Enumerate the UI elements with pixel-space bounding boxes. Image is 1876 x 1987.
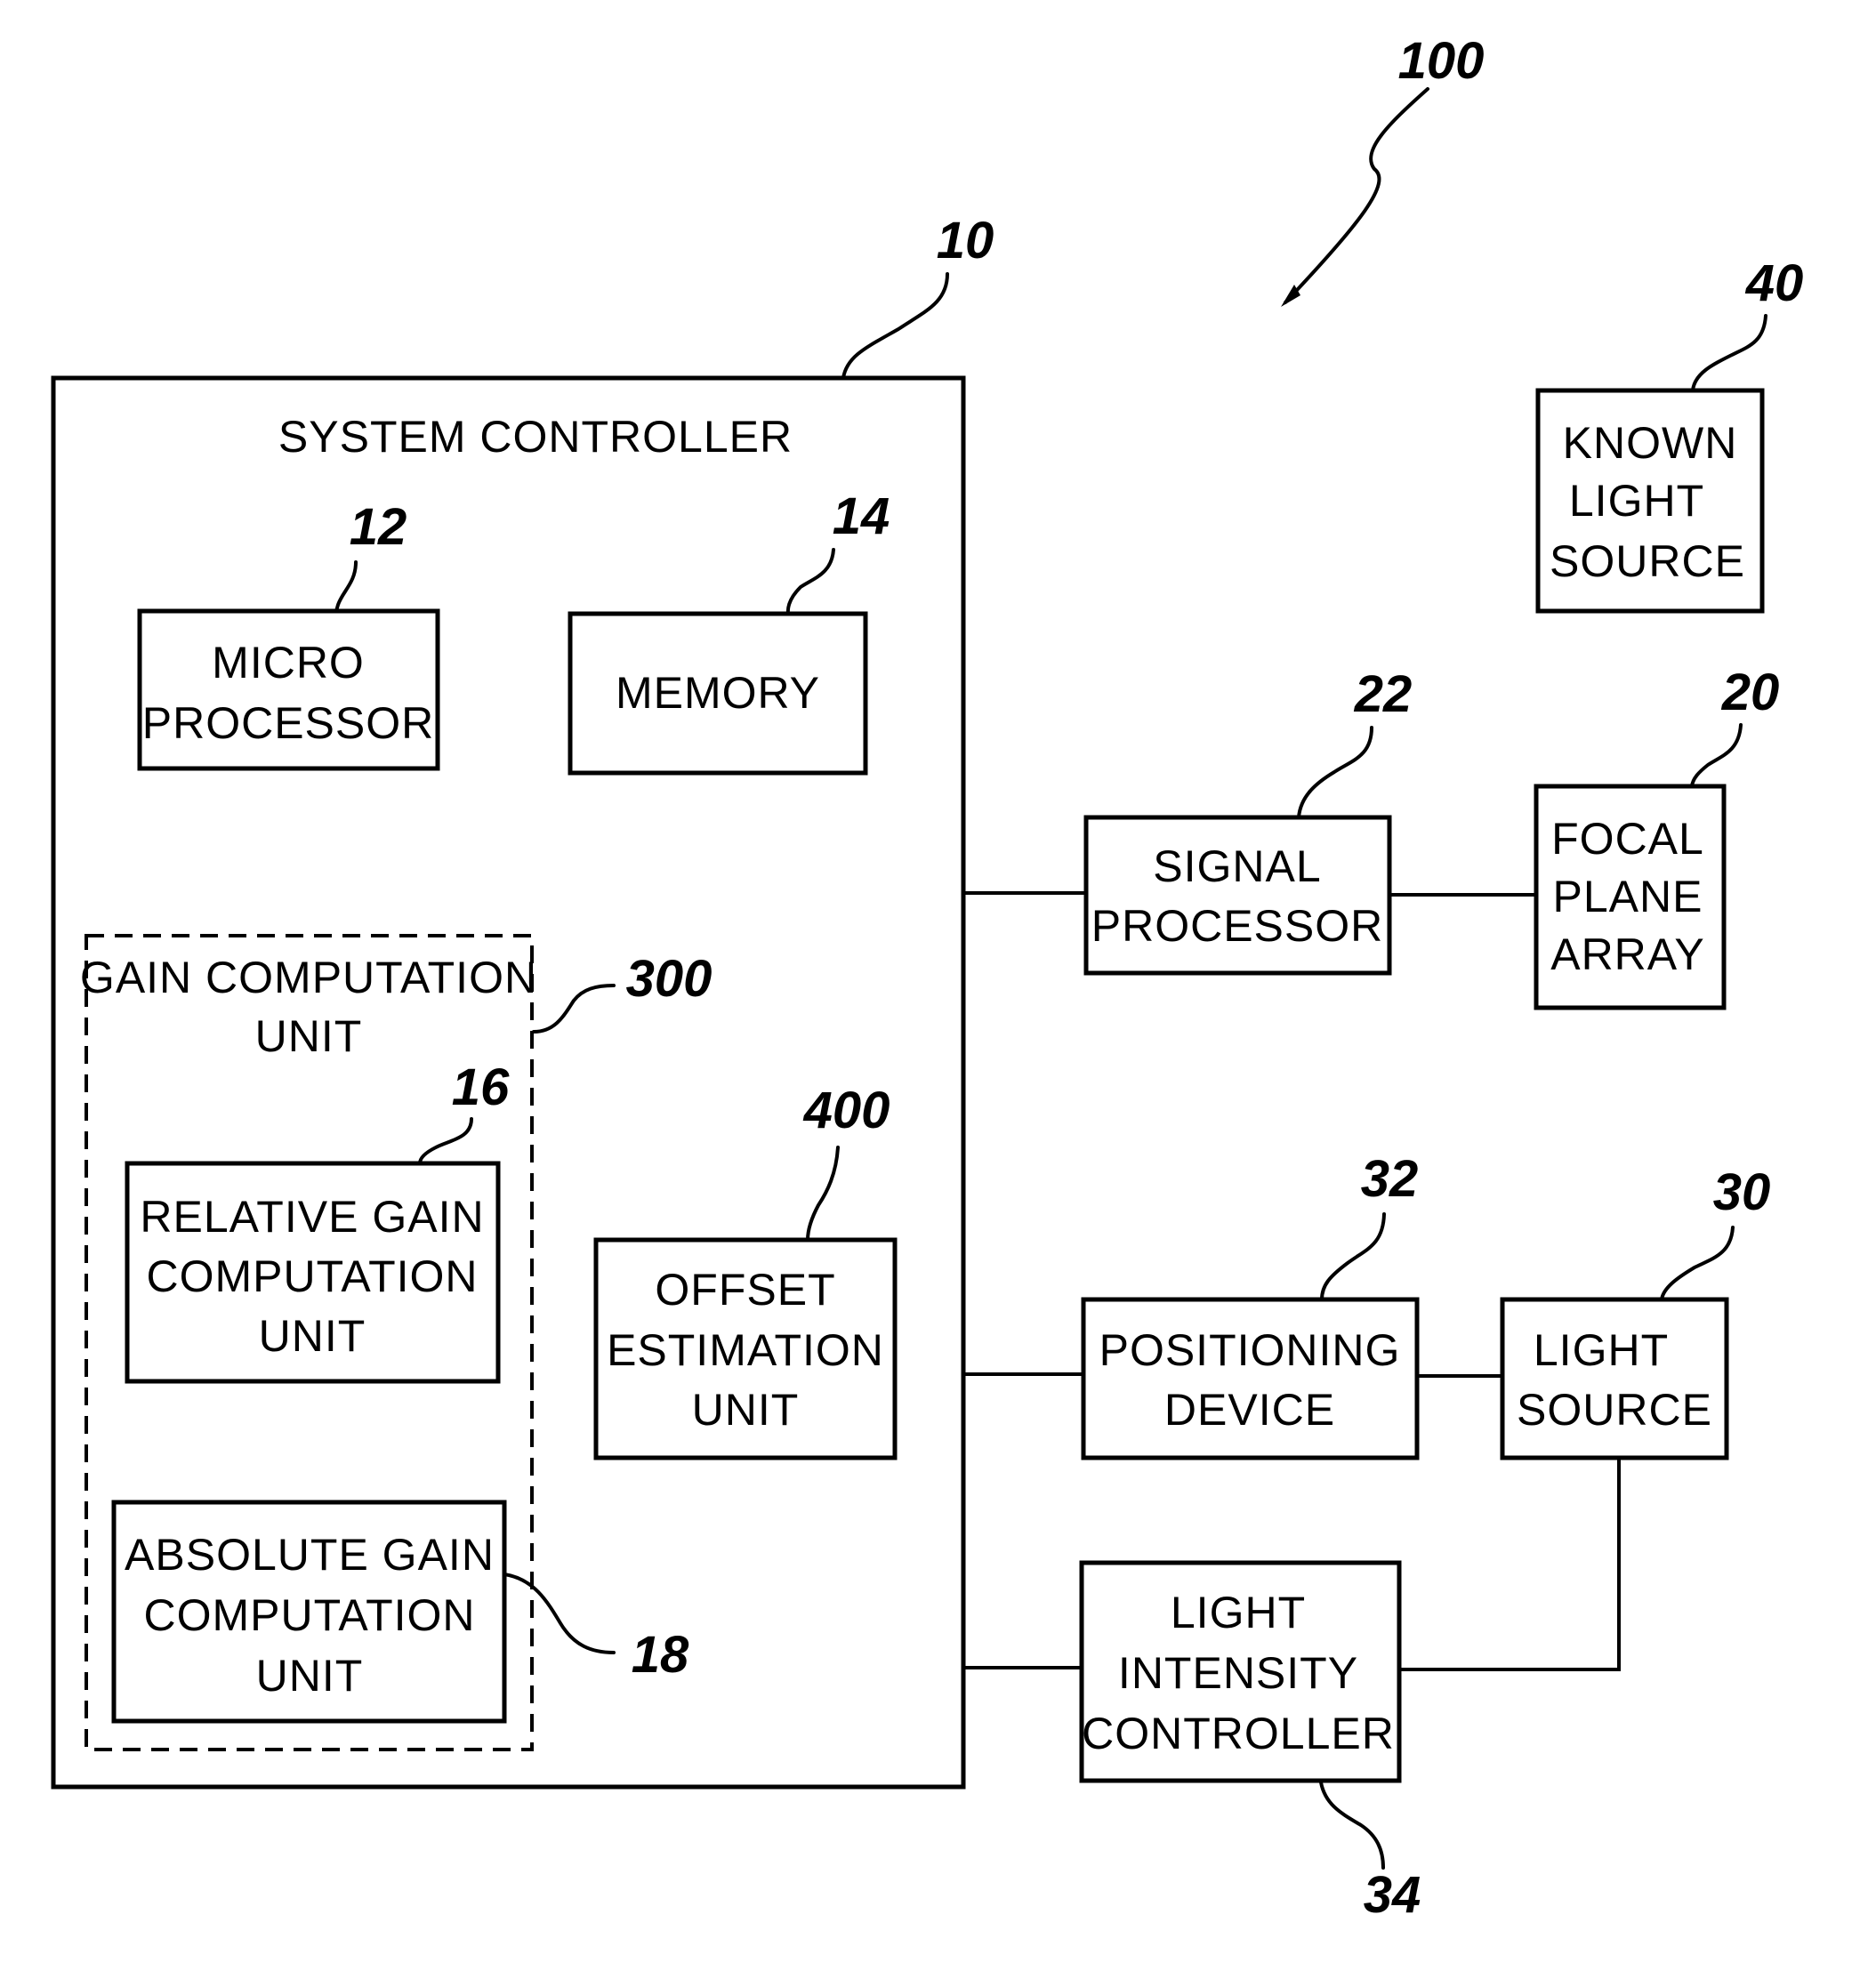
leader-10: [841, 272, 949, 380]
focal-plane-line-1: FOCAL: [1551, 814, 1704, 864]
positioning-device-line-2: DEVICE: [1164, 1385, 1335, 1435]
gain-computation-line-2: UNIT: [255, 1011, 363, 1061]
ref-400: 400: [803, 1082, 890, 1139]
light-source-line-1: LIGHT: [1534, 1325, 1669, 1375]
system-controller-title: SYSTEM CONTROLLER: [278, 412, 793, 462]
block-diagram: 100 SYSTEM CONTROLLER 10 MICRO PROCESSOR…: [51, 32, 1804, 1924]
light-intensity-line-1: LIGHT: [1171, 1588, 1306, 1637]
ref-22: 22: [1354, 665, 1413, 723]
leader-40: [1691, 314, 1767, 392]
microprocessor-line-2: PROCESSOR: [142, 698, 435, 748]
ref-10: 10: [937, 212, 994, 269]
leader-34: [1319, 1781, 1385, 1870]
offset-estimation-line-2: ESTIMATION: [607, 1325, 884, 1375]
leader-30: [1660, 1226, 1735, 1301]
leader-32: [1320, 1212, 1386, 1301]
ref-32: 32: [1361, 1150, 1419, 1208]
leader-100: [1284, 87, 1429, 304]
ref-16: 16: [452, 1058, 510, 1116]
leader-16: [418, 1117, 473, 1165]
known-light-source-line-1: KNOWN: [1563, 418, 1738, 468]
light-intensity-line-3: CONTROLLER: [1082, 1709, 1395, 1758]
offset-estimation-line-1: OFFSET: [655, 1265, 835, 1315]
absolute-gain-line-3: UNIT: [256, 1651, 364, 1701]
known-light-source-line-2: LIGHT: [1569, 476, 1704, 526]
ref-30: 30: [1713, 1163, 1771, 1221]
ref-300: 300: [626, 950, 713, 1008]
signal-processor-line-2: PROCESSOR: [1091, 901, 1384, 951]
offset-estimation-line-3: UNIT: [692, 1385, 800, 1435]
ref-40: 40: [1745, 254, 1804, 312]
absolute-gain-line-2: COMPUTATION: [143, 1590, 475, 1640]
ref-100: 100: [1398, 32, 1485, 90]
leader-12: [334, 560, 358, 613]
focal-plane-line-3: ARRAY: [1550, 929, 1705, 979]
ref-12: 12: [350, 498, 407, 556]
signal-processor-line-1: SIGNAL: [1153, 841, 1321, 891]
wire-light-source-intensity-controller: [1399, 1458, 1621, 1671]
positioning-device-line-1: POSITIONING: [1099, 1325, 1401, 1375]
ref-34: 34: [1364, 1866, 1421, 1924]
microprocessor-line-1: MICRO: [212, 638, 365, 688]
focal-plane-line-2: PLANE: [1553, 872, 1703, 921]
gain-computation-line-1: GAIN COMPUTATION: [80, 953, 537, 1002]
leader-300: [532, 984, 616, 1034]
leader-14: [785, 548, 835, 615]
relative-gain-line-3: UNIT: [259, 1311, 366, 1361]
leader-400: [806, 1146, 840, 1242]
light-source-line-2: SOURCE: [1517, 1385, 1712, 1435]
ref-14: 14: [833, 487, 890, 545]
relative-gain-line-1: RELATIVE GAIN: [140, 1192, 484, 1242]
ref-18: 18: [632, 1626, 689, 1684]
leader-20: [1690, 723, 1743, 788]
relative-gain-line-2: COMPUTATION: [146, 1251, 478, 1301]
leader-22: [1297, 726, 1373, 819]
light-intensity-line-2: INTENSITY: [1118, 1648, 1358, 1698]
absolute-gain-line-1: ABSOLUTE GAIN: [125, 1530, 495, 1580]
ref-20: 20: [1721, 664, 1780, 721]
known-light-source-line-3: SOURCE: [1550, 536, 1745, 586]
leader-18: [503, 1573, 616, 1654]
memory-label: MEMORY: [616, 668, 820, 718]
